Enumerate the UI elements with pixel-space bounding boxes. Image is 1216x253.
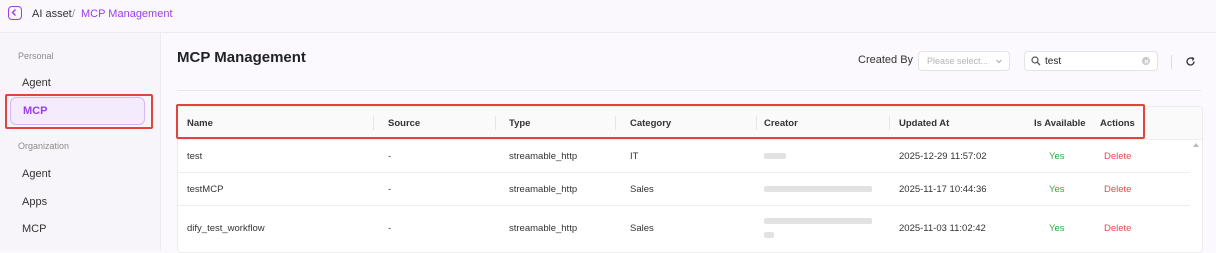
breadcrumb-parent[interactable]: AI asset [32,8,72,20]
search-icon [1031,56,1041,66]
cell-creator-redacted [764,153,786,159]
sidebar-item-org-mcp[interactable]: MCP [22,223,46,235]
delete-button[interactable]: Delete [1104,151,1131,162]
chevron-down-icon [996,59,1002,64]
cell-updated-at: 2025-11-03 11:02:42 [899,223,986,234]
refresh-icon[interactable] [1185,56,1196,67]
created-by-select[interactable]: Please select... [918,51,1010,71]
breadcrumb-separator: / [72,8,76,20]
cell-name: dify_test_workflow [187,223,265,234]
delete-button[interactable]: Delete [1104,223,1131,234]
cell-source: - [388,223,392,234]
table-row: dify_test_workflow - streamable_http Sal… [178,206,1190,252]
scroll-up-icon[interactable] [1193,143,1199,147]
cell-updated-at: 2025-12-29 11:57:02 [899,151,987,162]
sidebar-item-org-agent[interactable]: Agent [22,168,51,180]
cell-source: - [388,151,392,162]
cell-type: streamable_http [509,184,578,195]
top-bar: AI asset / MCP Management [0,0,1216,33]
cell-creator-redacted [764,232,774,238]
highlight-box-header [176,104,1145,139]
cell-source: - [388,184,392,195]
table-row: testMCP - streamable_http Sales 2025-11-… [178,173,1190,206]
cell-updated-at: 2025-11-17 10:44:36 [899,184,987,195]
cell-name: testMCP [187,184,224,195]
sidebar: Personal Agent MCP Organization Agent Ap… [0,33,161,251]
cell-creator-redacted [764,218,872,224]
toolbar-divider [1171,55,1172,69]
cell-available: Yes [1049,223,1065,234]
clear-icon[interactable] [1142,57,1150,65]
cell-creator-redacted [764,186,872,192]
header-divider [177,90,1201,91]
delete-button[interactable]: Delete [1104,184,1131,195]
sidebar-item-personal-agent[interactable]: Agent [22,77,51,89]
cell-name: test [187,151,203,162]
cell-available: Yes [1049,151,1065,162]
sidebar-item-org-apps[interactable]: Apps [22,196,47,208]
highlight-box-sidebar [5,94,153,129]
cell-category: IT [630,151,639,162]
sidebar-section-organization: Organization [18,141,70,151]
search-input[interactable]: test [1024,51,1158,71]
cell-category: Sales [630,184,654,195]
created-by-label: Created By [858,54,914,66]
back-icon[interactable] [8,6,22,20]
table-row: test - streamable_http IT 2025-12-29 11:… [178,140,1190,173]
cell-category: Sales [630,223,654,234]
cell-type: streamable_http [509,151,578,162]
created-by-placeholder: Please select... [927,56,989,66]
breadcrumb-current: MCP Management [81,8,173,20]
cell-available: Yes [1049,184,1065,195]
search-value: test [1045,56,1062,67]
sidebar-section-personal: Personal [18,51,54,61]
page-title: MCP Management [177,49,306,66]
cell-type: streamable_http [509,223,578,234]
